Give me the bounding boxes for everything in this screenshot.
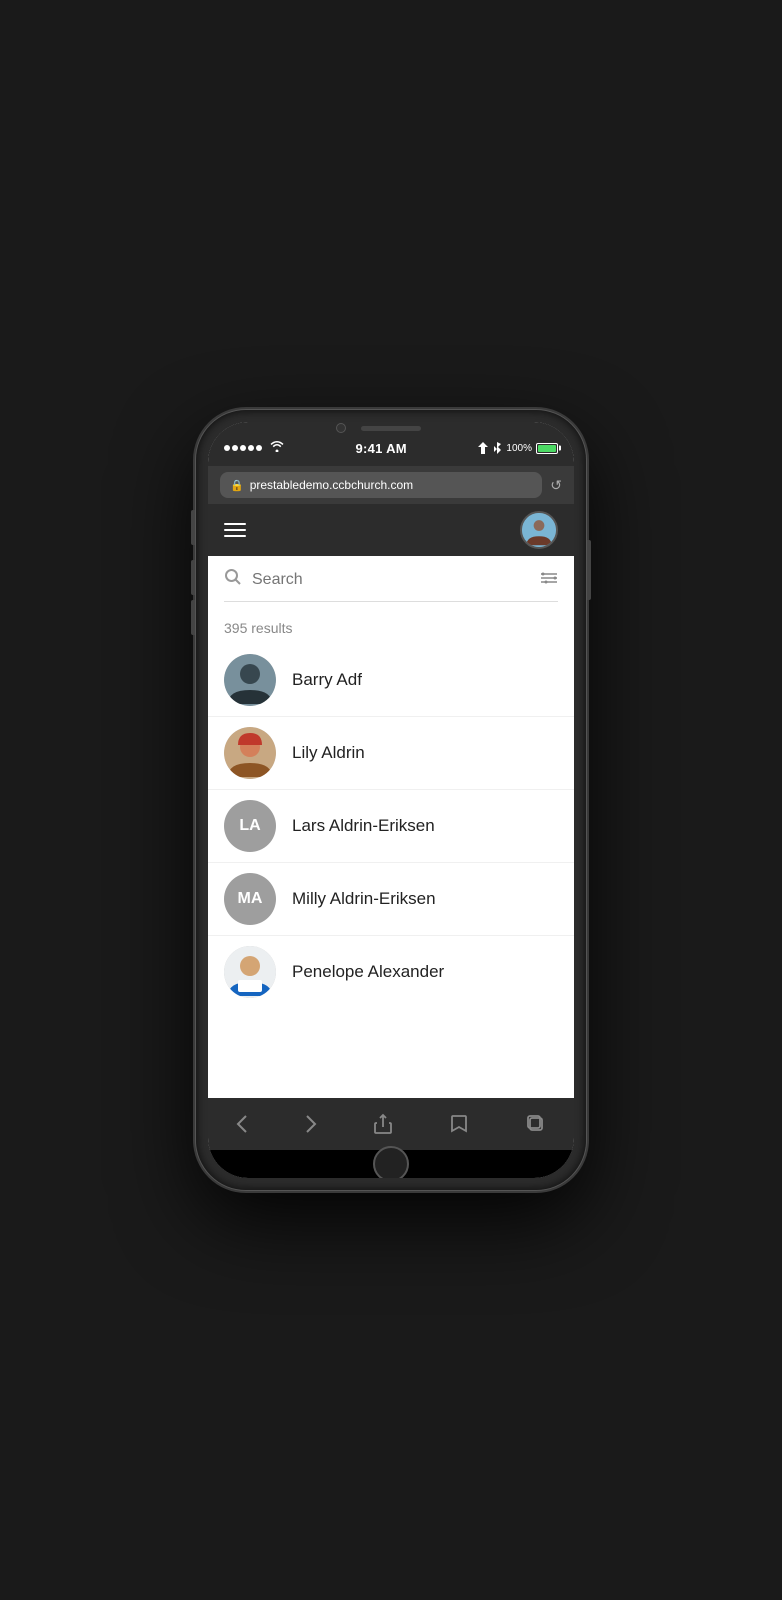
signal-dots [224,445,262,451]
person-name: Barry Adf [292,670,362,690]
list-item[interactable]: LA Lars Aldrin-Eriksen [208,790,574,863]
home-button[interactable] [373,1146,409,1178]
avatar-initials: LA [239,817,260,835]
share-button[interactable] [366,1105,400,1143]
content-area: 395 results Barry Adf [208,556,574,1098]
results-count: 395 results [208,602,574,644]
battery-fill [538,445,556,452]
hamburger-line-1 [224,523,246,525]
bluetooth-icon [492,442,502,454]
status-time: 9:41 AM [355,441,406,456]
signal-dot-3 [240,445,246,451]
wifi-icon [270,441,284,455]
phone-screen: 9:41 AM 100% [208,422,574,1178]
person-name: Milly Aldrin-Eriksen [292,889,436,909]
phone-frame: 9:41 AM 100% [196,410,586,1190]
home-indicator [208,1150,574,1178]
speaker [361,426,421,431]
user-avatar[interactable] [520,511,558,549]
hamburger-menu[interactable] [224,523,246,537]
signal-dot-2 [232,445,238,451]
url-input[interactable]: 🔒 prestabledemo.ccbchurch.com [220,472,542,498]
list-item[interactable]: MA Milly Aldrin-Eriksen [208,863,574,936]
tabs-button[interactable] [518,1106,554,1142]
back-button[interactable] [228,1106,256,1142]
user-avatar-image [522,513,556,547]
avatar [224,654,276,706]
filter-icon[interactable] [540,569,558,590]
reload-icon[interactable]: ↺ [550,477,562,494]
avatar: LA [224,800,276,852]
signal-dot-1 [224,445,230,451]
search-bar [224,568,558,602]
url-bar: 🔒 prestabledemo.ccbchurch.com ↺ [208,466,574,504]
signal-dot-5 [256,445,262,451]
search-input[interactable] [252,571,530,589]
avatar [224,727,276,779]
hamburger-line-3 [224,535,246,537]
status-battery: 100% [478,442,558,454]
hamburger-line-2 [224,529,246,531]
browser-bottom-bar [208,1098,574,1150]
battery-indicator [536,443,558,454]
camera [336,423,346,433]
signal-dot-4 [248,445,254,451]
person-name: Lars Aldrin-Eriksen [292,816,435,836]
forward-button[interactable] [297,1106,325,1142]
person-list: Barry Adf Lil [208,644,574,1098]
battery-percent: 100% [506,443,532,454]
lock-icon: 🔒 [230,479,244,492]
battery-shell [536,443,558,454]
location-icon [478,442,488,454]
status-signal [224,441,284,455]
list-item[interactable]: Barry Adf [208,644,574,717]
avatar-initials: MA [238,890,263,908]
bookmarks-button[interactable] [441,1106,477,1142]
avatar: MA [224,873,276,925]
list-item[interactable]: Lily Aldrin [208,717,574,790]
person-name: Penelope Alexander [292,962,444,982]
avatar [224,946,276,998]
list-item[interactable]: Penelope Alexander [208,936,574,1008]
search-icon [224,568,242,591]
url-text: prestabledemo.ccbchurch.com [250,478,533,492]
person-name: Lily Aldrin [292,743,365,763]
app-header [208,504,574,556]
search-container [208,556,574,602]
